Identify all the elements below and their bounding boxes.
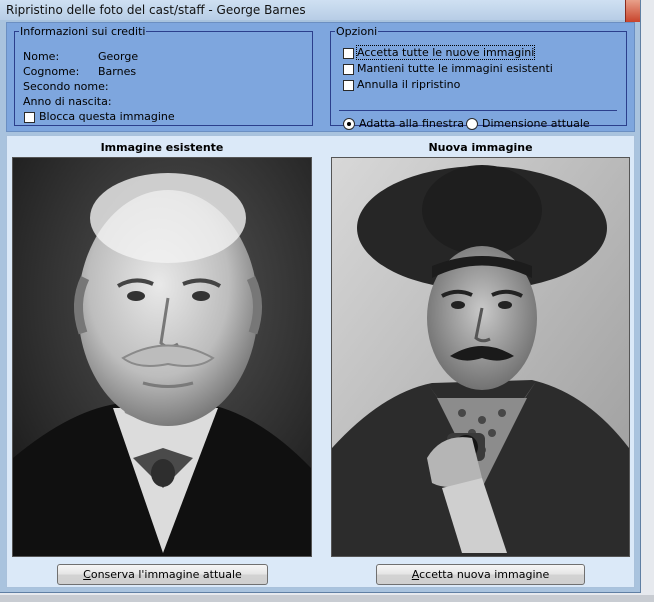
options-group: Opzioni Accetta tutte le nuove immagini … — [330, 25, 627, 130]
top-panel: Informazioni sui crediti Nome: George Co… — [6, 22, 635, 132]
first-name-label: Nome: — [23, 50, 60, 63]
credit-info-legend: Informazioni sui crediti — [20, 25, 146, 38]
photo-restore-window: Ripristino delle foto del cast/staff - G… — [0, 0, 641, 593]
lock-image-label[interactable]: Blocca questa immagine — [39, 110, 175, 123]
keep-button-label: onserva l'immagine attuale — [90, 568, 242, 581]
keep-current-image-button[interactable]: Conserva l'immagine attuale — [57, 564, 268, 585]
options-separator — [339, 110, 617, 111]
accept-new-image-button[interactable]: Accetta nuova immagine — [376, 564, 585, 585]
keep-button-mnemonic: C — [83, 568, 91, 581]
accept-button-mnemonic: A — [411, 568, 420, 581]
middle-name-label: Secondo nome: — [23, 80, 109, 93]
lock-image-checkbox[interactable] — [24, 112, 35, 123]
fit-window-label[interactable]: Adatta alla finestra — [359, 117, 464, 130]
cancel-restore-checkbox[interactable] — [343, 80, 354, 91]
actual-size-radio[interactable] — [466, 118, 478, 130]
keep-all-existing-checkbox[interactable] — [343, 64, 354, 75]
close-icon[interactable] — [625, 0, 640, 22]
actual-size-label[interactable]: Dimensione attuale — [482, 117, 590, 130]
first-name-value: George — [98, 50, 139, 63]
image-comparison-area: Immagine esistente Nuova immagine Conser… — [6, 135, 635, 588]
desktop-background — [0, 595, 654, 602]
accept-all-new-label[interactable]: Accetta tutte le nuove immagini — [355, 45, 536, 60]
new-image-heading: Nuova immagine — [428, 141, 533, 154]
options-legend: Opzioni — [336, 25, 378, 38]
accept-button-label: ccetta nuova immagine — [419, 568, 550, 581]
last-name-label: Cognome: — [23, 65, 80, 78]
title-bar[interactable]: Ripristino delle foto del cast/staff - G… — [0, 0, 640, 22]
existing-portrait-image — [13, 158, 311, 556]
cancel-restore-label[interactable]: Annulla il ripristino — [357, 78, 460, 91]
last-name-value: Barnes — [98, 65, 137, 78]
birth-year-label: Anno di nascita: — [23, 95, 112, 108]
fit-window-radio[interactable] — [343, 118, 355, 130]
window-title: Ripristino delle foto del cast/staff - G… — [6, 3, 306, 17]
keep-all-existing-label[interactable]: Mantieni tutte le immagini esistenti — [357, 62, 553, 75]
existing-image-heading: Immagine esistente — [100, 141, 224, 154]
new-portrait-image — [332, 158, 629, 556]
new-photo — [331, 157, 630, 557]
accept-all-new-checkbox[interactable] — [343, 48, 354, 59]
existing-photo — [12, 157, 312, 557]
credit-info-group: Informazioni sui crediti Nome: George Co… — [14, 25, 313, 126]
